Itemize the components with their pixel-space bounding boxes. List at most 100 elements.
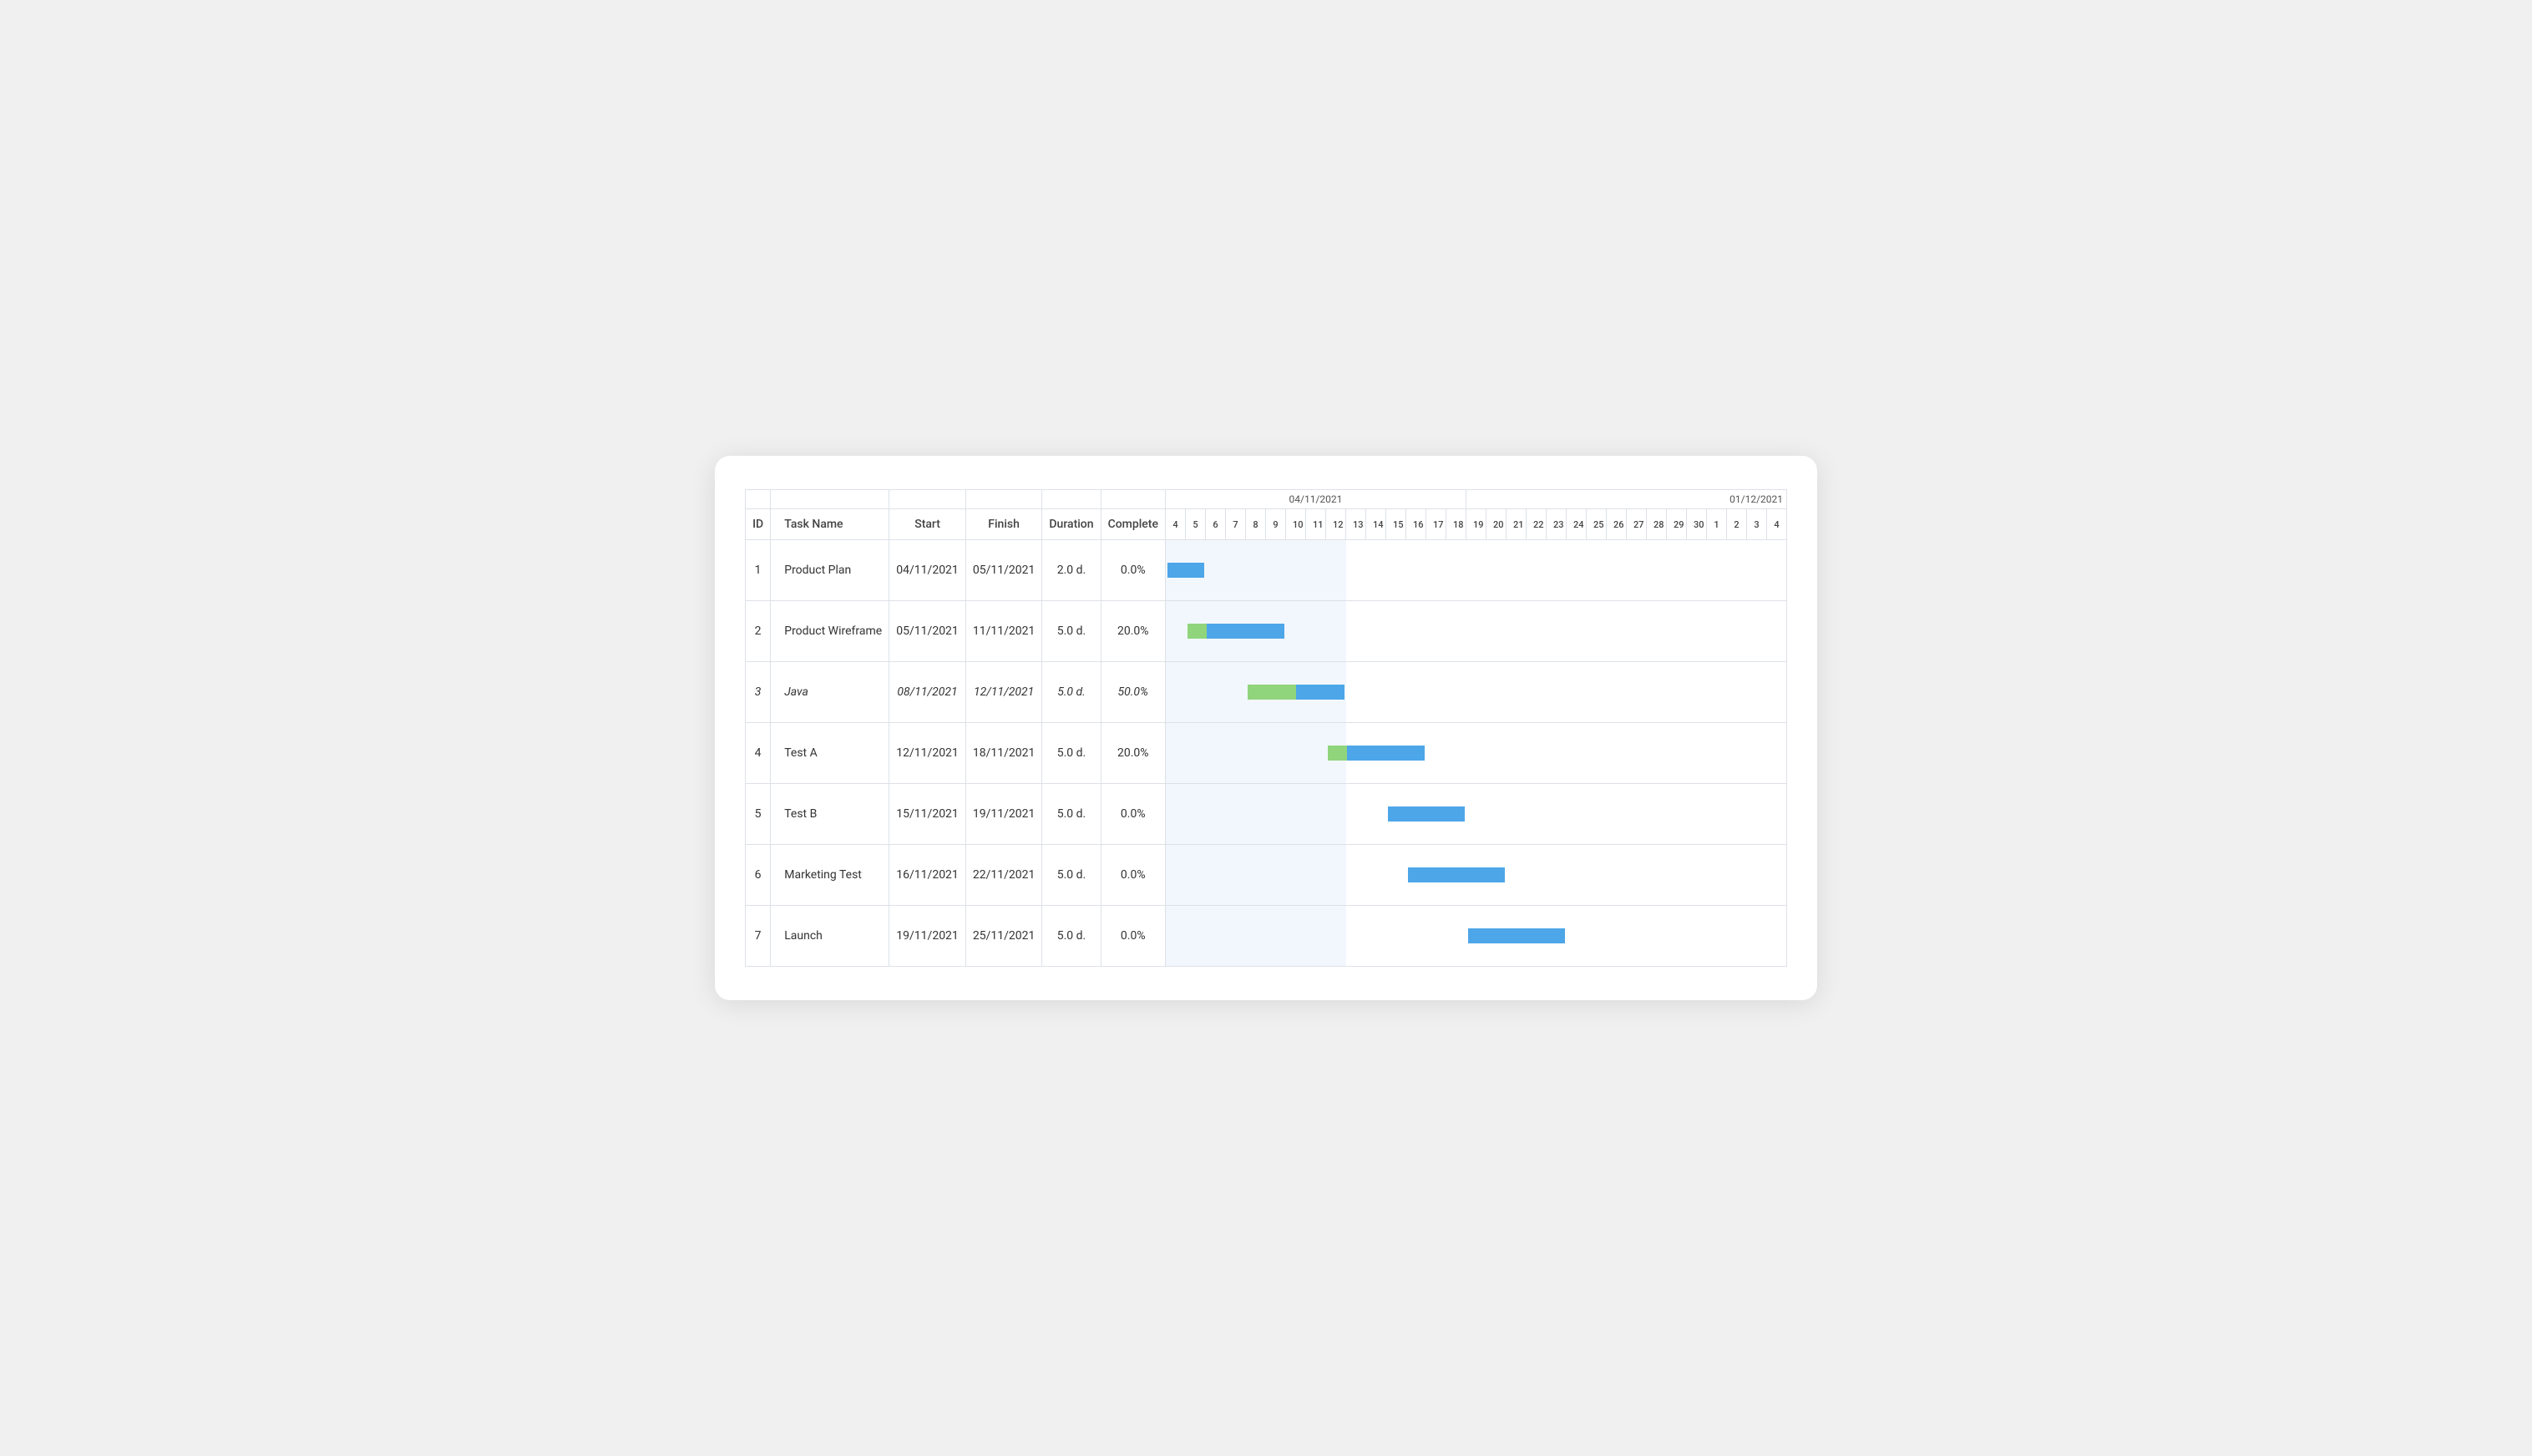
cell-complete-1: 20.0% bbox=[1101, 601, 1165, 662]
cell-finish-0: 05/11/2021 bbox=[965, 540, 1042, 601]
th-start: Start bbox=[889, 509, 966, 540]
cell-start-0: 04/11/2021 bbox=[889, 540, 966, 601]
cell-duration-0: 2.0 d. bbox=[1042, 540, 1101, 601]
th-finish: Finish bbox=[965, 509, 1042, 540]
gantt-bar-cell-4 bbox=[1165, 784, 1786, 845]
day-header-0: 4 bbox=[1165, 509, 1185, 540]
cell-start-4: 15/11/2021 bbox=[889, 784, 966, 845]
gantt-bar-0 bbox=[1167, 563, 1204, 578]
gantt-area-inner-2 bbox=[1166, 662, 1786, 722]
th-name-date bbox=[771, 490, 889, 509]
bar-remaining-3 bbox=[1347, 746, 1425, 761]
gantt-bar-6 bbox=[1468, 928, 1565, 943]
day-header-19: 23 bbox=[1546, 509, 1566, 540]
th-id-date bbox=[746, 490, 771, 509]
cell-finish-4: 19/11/2021 bbox=[965, 784, 1042, 845]
bar-complete-2 bbox=[1248, 685, 1296, 700]
date-header-row: 04/11/2021 01/12/2021 bbox=[746, 490, 1787, 509]
cell-name-2: Java bbox=[771, 662, 889, 723]
date-label-1: 04/11/2021 bbox=[1165, 490, 1466, 509]
gantt-area-inner-3 bbox=[1166, 723, 1786, 783]
gantt-area-inner-0 bbox=[1166, 540, 1786, 600]
gantt-bar-5 bbox=[1408, 867, 1505, 882]
bar-remaining-5 bbox=[1408, 867, 1505, 882]
cell-duration-5: 5.0 d. bbox=[1042, 845, 1101, 906]
day-header-1: 5 bbox=[1185, 509, 1205, 540]
cell-finish-2: 12/11/2021 bbox=[965, 662, 1042, 723]
cell-complete-4: 0.0% bbox=[1101, 784, 1165, 845]
table-row: 4Test A12/11/202118/11/20215.0 d.20.0% bbox=[746, 723, 1787, 784]
cell-id-6: 7 bbox=[746, 906, 771, 967]
day-header-20: 24 bbox=[1566, 509, 1586, 540]
bar-complete-3 bbox=[1328, 746, 1347, 761]
cell-name-0: Product Plan bbox=[771, 540, 889, 601]
bar-remaining-6 bbox=[1468, 928, 1565, 943]
day-header-11: 15 bbox=[1385, 509, 1405, 540]
gantt-card: 04/11/2021 01/12/2021 ID Task Name Start… bbox=[715, 456, 1817, 1000]
cell-name-4: Test B bbox=[771, 784, 889, 845]
table-row: 5Test B15/11/202119/11/20215.0 d.0.0% bbox=[746, 784, 1787, 845]
gantt-bar-cell-5 bbox=[1165, 845, 1786, 906]
cell-start-1: 05/11/2021 bbox=[889, 601, 966, 662]
bar-remaining-4 bbox=[1388, 806, 1465, 822]
date-label-2: 01/12/2021 bbox=[1466, 490, 1786, 509]
table-row: 7Launch19/11/202125/11/20215.0 d.0.0% bbox=[746, 906, 1787, 967]
gantt-area-inner-5 bbox=[1166, 845, 1786, 905]
day-header-12: 16 bbox=[1405, 509, 1426, 540]
day-header-15: 19 bbox=[1466, 509, 1486, 540]
day-header-14: 18 bbox=[1446, 509, 1466, 540]
day-header-28: 2 bbox=[1726, 509, 1746, 540]
bar-remaining-1 bbox=[1207, 624, 1284, 639]
gantt-area-inner-1 bbox=[1166, 601, 1786, 661]
gantt-bar-cell-3 bbox=[1165, 723, 1786, 784]
day-header-16: 20 bbox=[1486, 509, 1506, 540]
gantt-bar-4 bbox=[1388, 806, 1465, 822]
cell-duration-4: 5.0 d. bbox=[1042, 784, 1101, 845]
day-header-26: 30 bbox=[1686, 509, 1706, 540]
th-start-date bbox=[889, 490, 966, 509]
gantt-table: 04/11/2021 01/12/2021 ID Task Name Start… bbox=[745, 489, 1787, 967]
cell-complete-5: 0.0% bbox=[1101, 845, 1165, 906]
bar-complete-1 bbox=[1188, 624, 1207, 639]
day-header-30: 4 bbox=[1766, 509, 1786, 540]
gantt-bar-cell-1 bbox=[1165, 601, 1786, 662]
gantt-area-inner-6 bbox=[1166, 906, 1786, 966]
cell-duration-6: 5.0 d. bbox=[1042, 906, 1101, 967]
day-header-7: 11 bbox=[1305, 509, 1325, 540]
day-header-6: 10 bbox=[1285, 509, 1305, 540]
th-comp-date bbox=[1101, 490, 1165, 509]
day-header-8: 12 bbox=[1325, 509, 1345, 540]
cell-name-1: Product Wireframe bbox=[771, 601, 889, 662]
day-header-17: 21 bbox=[1506, 509, 1526, 540]
cell-start-6: 19/11/2021 bbox=[889, 906, 966, 967]
cell-finish-3: 18/11/2021 bbox=[965, 723, 1042, 784]
cell-start-5: 16/11/2021 bbox=[889, 845, 966, 906]
gantt-area-inner-4 bbox=[1166, 784, 1786, 844]
cell-id-2: 3 bbox=[746, 662, 771, 723]
cell-name-3: Test A bbox=[771, 723, 889, 784]
table-row: 1Product Plan04/11/202105/11/20212.0 d.0… bbox=[746, 540, 1787, 601]
day-header-23: 27 bbox=[1626, 509, 1646, 540]
cell-id-5: 6 bbox=[746, 845, 771, 906]
th-duration: Duration bbox=[1042, 509, 1101, 540]
day-header-25: 29 bbox=[1666, 509, 1686, 540]
cell-finish-1: 11/11/2021 bbox=[965, 601, 1042, 662]
gantt-bar-cell-0 bbox=[1165, 540, 1786, 601]
cell-finish-5: 22/11/2021 bbox=[965, 845, 1042, 906]
table-row: 6Marketing Test16/11/202122/11/20215.0 d… bbox=[746, 845, 1787, 906]
day-header-9: 13 bbox=[1345, 509, 1365, 540]
gantt-body: 1Product Plan04/11/202105/11/20212.0 d.0… bbox=[746, 540, 1787, 967]
day-header-22: 26 bbox=[1606, 509, 1626, 540]
cell-duration-3: 5.0 d. bbox=[1042, 723, 1101, 784]
cell-complete-0: 0.0% bbox=[1101, 540, 1165, 601]
cell-id-1: 2 bbox=[746, 601, 771, 662]
cell-duration-1: 5.0 d. bbox=[1042, 601, 1101, 662]
day-header-10: 14 bbox=[1365, 509, 1385, 540]
day-header-21: 25 bbox=[1586, 509, 1606, 540]
day-header-4: 8 bbox=[1245, 509, 1265, 540]
gantt-shade-3 bbox=[1166, 723, 1346, 783]
cell-duration-2: 5.0 d. bbox=[1042, 662, 1101, 723]
table-row: 3Java08/11/202112/11/20215.0 d.50.0% bbox=[746, 662, 1787, 723]
day-header-3: 7 bbox=[1225, 509, 1245, 540]
gantt-shade-4 bbox=[1166, 784, 1346, 844]
